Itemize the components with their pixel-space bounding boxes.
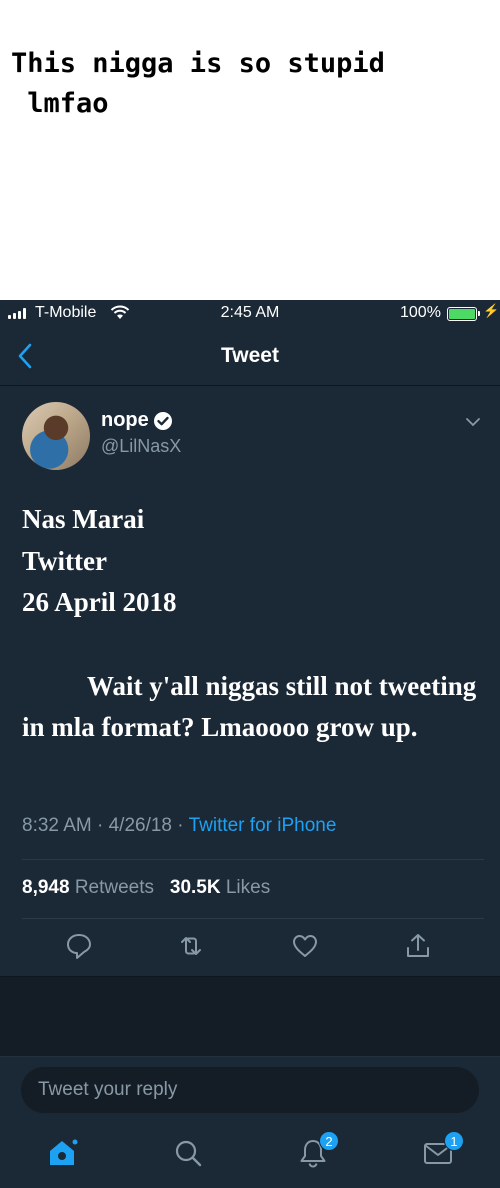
tweet-time: 8:32 AM [22,815,92,836]
separator: · [97,815,104,836]
status-bar: T-Mobile 2:45 AM 100% ⚡ [0,300,500,326]
tweet-text-paragraph: Wait y'all niggas still not tweeting in … [22,670,477,743]
tweet-date: 4/26/18 [108,815,173,836]
tweet-stats: 8,948 Retweets 30.5K Likes [22,877,270,899]
tweet-detail: nope @LilNasX Nas Marai Twitter 26 April… [0,386,500,976]
phone-screenshot: T-Mobile 2:45 AM 100% ⚡ Tweet nope @LilN… [0,300,500,1188]
likes-label: Likes [225,877,271,898]
like-icon[interactable] [290,931,320,961]
share-icon[interactable] [403,931,433,961]
search-icon[interactable] [172,1137,204,1169]
messages-badge: 1 [444,1131,464,1151]
retweets-label: Retweets [74,877,155,898]
tweet-source-link[interactable]: Twitter for iPhone [189,815,337,836]
retweets-stat[interactable]: 8,948 Retweets [22,877,154,898]
nav-bar: Tweet [0,326,500,386]
battery-percent: 100% [400,304,441,321]
divider [22,859,484,860]
likes-count: 30.5K [169,877,221,898]
retweet-icon[interactable] [176,931,206,961]
likes-stat[interactable]: 30.5K Likes [170,877,270,898]
retweets-count: 8,948 [22,877,70,898]
notifications-badge: 2 [319,1131,339,1151]
caret-down-icon[interactable] [465,416,481,428]
display-name[interactable]: nope [101,409,149,432]
verified-icon [154,412,172,430]
caption-text: This nigga is so stupid lmfao [11,48,385,119]
tweet-text-line: 26 April 2018 [22,587,177,617]
tweet-actions [0,931,500,971]
tweet-text: Nas Marai Twitter 26 April 2018 Wait y'a… [22,499,482,749]
caption-area: This nigga is so stupid lmfao [0,0,500,300]
reply-input[interactable] [21,1067,479,1113]
divider [22,918,484,919]
empty-replies-area [0,976,500,1056]
home-icon[interactable] [46,1137,78,1169]
charging-icon: ⚡ [483,303,500,318]
reply-bar: 2 1 [0,1056,500,1188]
tweet-text-line: Twitter [22,545,107,576]
tweet-metadata: 8:32 AM · 4/26/18 · Twitter for iPhone [22,815,336,837]
tweet-text-line: Nas Marai [22,504,145,534]
page-title: Tweet [221,344,279,367]
user-handle[interactable]: @LilNasX [101,436,181,457]
battery-icon [447,307,480,321]
reply-icon[interactable] [64,931,94,961]
avatar[interactable] [22,402,90,470]
separator: · [177,815,184,836]
